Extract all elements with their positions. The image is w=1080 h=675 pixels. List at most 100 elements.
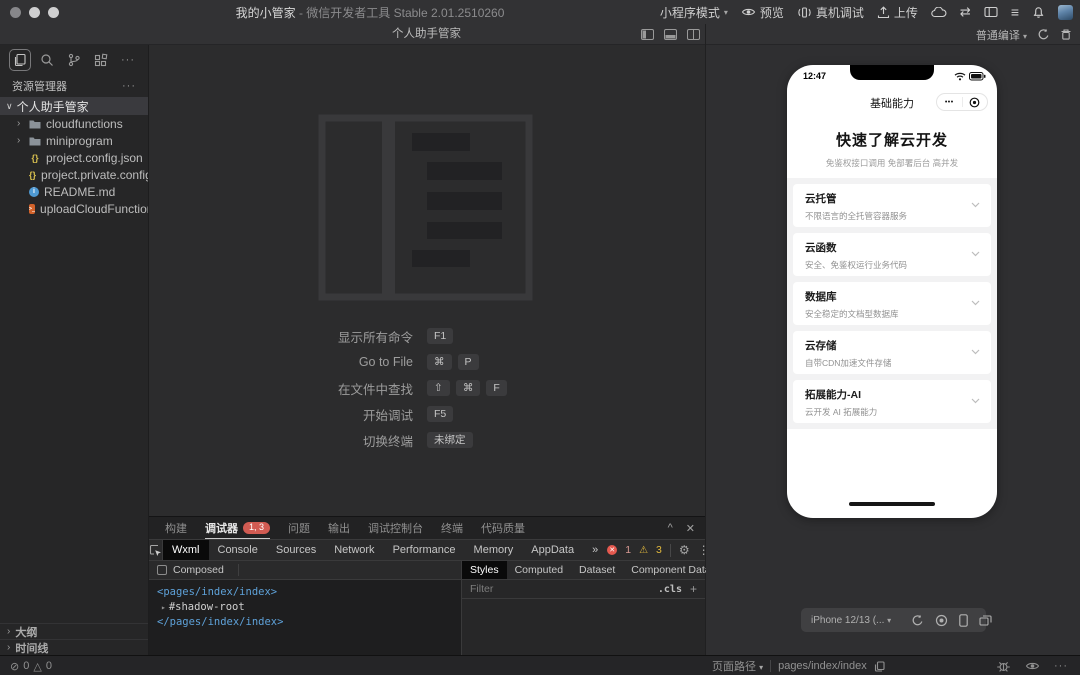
tree-item-readme[interactable]: i README.md (0, 183, 148, 200)
devtools-tab-memory[interactable]: Memory (465, 540, 523, 560)
notifications-button[interactable] (1032, 6, 1045, 19)
cloud-button[interactable] (931, 6, 947, 18)
panel-maximize-icon[interactable]: ^ (668, 522, 673, 534)
card-cloud-function[interactable]: 云函数 安全、免鉴权运行业务代码 (793, 233, 991, 276)
project-tab-title: 个人助手管家 (392, 28, 461, 40)
tree-item-miniprogram[interactable]: › miniprogram (0, 132, 148, 149)
toggle-sidebar-icon[interactable] (641, 29, 654, 40)
tree-item-project-private-config[interactable]: {} project.private.config... (0, 166, 148, 183)
info-icon: i (29, 186, 39, 197)
device-selector-dropdown[interactable]: iPhone 12/13 (... ▾ (811, 615, 891, 626)
device-frame-icon[interactable] (959, 613, 968, 627)
compile-mode-dropdown[interactable]: 普通编译 ▾ (976, 27, 1027, 43)
sync-button[interactable]: ⇄ (960, 4, 971, 20)
dom-close-tag[interactable]: </pages/index/index> (157, 615, 461, 630)
toggle-class-button[interactable]: .cls (658, 584, 682, 595)
devtools-tab-sources[interactable]: Sources (267, 540, 325, 560)
devtools-tab-network[interactable]: Network (325, 540, 383, 560)
explorer-view-button[interactable] (9, 49, 31, 71)
close-window-button[interactable] (10, 6, 21, 18)
tree-arrow-icon: ▸ (161, 603, 166, 612)
device-toolbar: iPhone 12/13 (... ▾ (801, 608, 992, 632)
toggle-panel-icon[interactable] (664, 29, 677, 40)
warning-badge-icon[interactable]: ⚠ (639, 545, 648, 556)
search-view-button[interactable] (36, 49, 58, 71)
mode-selector-dropdown[interactable]: 小程序模式 ▾ (660, 4, 728, 21)
zoom-window-button[interactable] (48, 6, 59, 18)
json-icon: {} (31, 152, 39, 163)
explorer-more-icon[interactable]: ··· (122, 80, 136, 92)
card-database[interactable]: 数据库 安全稳定的文档型数据库 (793, 282, 991, 325)
card-cloud-hosting[interactable]: 云托管 不限语言的全托管容器服务 (793, 184, 991, 227)
wxml-dom-tree[interactable]: <pages/index/index> ▸ #shadow-root </page… (149, 580, 461, 656)
dom-open-tag[interactable]: <pages/index/index> (157, 585, 461, 600)
menu-button[interactable]: ≡ (1011, 4, 1019, 20)
capsule-button: ••• (936, 93, 988, 111)
timeline-section[interactable]: › 时间线 (0, 639, 148, 655)
debugger-badge: 1, 3 (243, 521, 271, 534)
devtools-settings-gear-icon[interactable]: ⚙ (679, 543, 690, 557)
chevron-right-icon: › (7, 626, 11, 637)
tab-problems[interactable]: 问题 (288, 517, 310, 539)
devtools-toolbar: Wxml Console Sources Network Performance… (149, 539, 731, 561)
tab-code-quality[interactable]: 代码质量 (481, 517, 525, 539)
styles-tab-dataset[interactable]: Dataset (571, 561, 623, 579)
tree-item-project-config[interactable]: {} project.config.json (0, 149, 148, 166)
no-errors-icon[interactable]: ⊘ (10, 660, 19, 673)
devtools-tabs-overflow[interactable]: » (583, 540, 607, 560)
multi-window-icon[interactable] (979, 614, 992, 626)
dom-shadow-root[interactable]: ▸ #shadow-root (157, 600, 461, 615)
styles-filter-input[interactable] (462, 583, 658, 595)
tab-terminal[interactable]: 终端 (441, 517, 463, 539)
more-actions-icon[interactable]: ··· (1054, 660, 1068, 672)
clear-cache-trash-icon[interactable] (1060, 28, 1072, 41)
panel-close-icon[interactable]: ✕ (686, 522, 695, 535)
styles-tab-styles[interactable]: Styles (462, 561, 507, 579)
styles-tab-component-data[interactable]: Component Data (623, 561, 718, 579)
tree-item-upload-cloud-function[interactable]: >_ uploadCloudFunction... (0, 200, 148, 217)
rotate-device-icon[interactable] (911, 614, 924, 627)
toggle-split-icon[interactable] (687, 29, 700, 40)
composed-checkbox[interactable] (157, 565, 167, 575)
card-extension-ai[interactable]: 拓展能力-AI 云开发 AI 拓展能力 (793, 380, 991, 423)
more-views-button[interactable]: ··· (117, 49, 139, 71)
devtools-tab-wxml[interactable]: Wxml (163, 540, 209, 560)
tab-debugger[interactable]: 调试器 1, 3 (205, 517, 271, 539)
source-control-view-button[interactable] (63, 49, 85, 71)
extensions-view-button[interactable] (90, 49, 112, 71)
tab-debug-console[interactable]: 调试控制台 (368, 517, 423, 539)
new-style-rule-button[interactable]: + (682, 582, 705, 596)
tab-output[interactable]: 输出 (328, 517, 350, 539)
compile-refresh-icon[interactable] (1037, 28, 1050, 41)
warning-triangle-icon[interactable]: △ (33, 660, 41, 673)
eye-icon[interactable] (1025, 660, 1040, 672)
record-icon[interactable] (935, 614, 948, 627)
capsule-close-button[interactable] (963, 97, 988, 108)
chevron-down-icon (971, 349, 980, 355)
wxml-tree-pane: Composed <pages/index/index> ▸ #shadow-ro… (149, 561, 461, 656)
styles-tab-computed[interactable]: Computed (507, 561, 571, 579)
preview-button[interactable]: 预览 (741, 4, 784, 21)
devtools-tab-performance[interactable]: Performance (384, 540, 465, 560)
user-avatar[interactable] (1058, 4, 1073, 20)
inspect-element-button[interactable] (149, 540, 163, 560)
devtools-tab-console[interactable]: Console (209, 540, 267, 560)
capsule-more-button[interactable]: ••• (937, 99, 962, 106)
copy-path-icon[interactable] (874, 660, 885, 672)
phone-simulator[interactable]: 12:47 基础能力 ••• 快速了解云开发 免鉴权接口调用 免部署后台 高并发… (787, 65, 997, 518)
tree-root-project[interactable]: ∨ 个人助手管家 (0, 97, 148, 115)
outline-section[interactable]: › 大纲 (0, 623, 148, 639)
chevron-down-icon: ▾ (723, 7, 728, 17)
tab-build[interactable]: 构建 (165, 517, 187, 539)
page-path-dropdown[interactable]: 页面路径 ▾ (712, 658, 763, 674)
home-indicator (849, 502, 935, 506)
panel-layout-button[interactable] (984, 6, 998, 18)
error-badge-icon[interactable]: ✕ (607, 545, 618, 555)
tree-item-cloudfunctions[interactable]: › cloudfunctions (0, 115, 148, 132)
minimize-window-button[interactable] (29, 6, 40, 18)
bug-debug-icon[interactable] (996, 660, 1011, 673)
remote-debug-button[interactable]: 真机调试 (797, 4, 864, 21)
devtools-tab-appdata[interactable]: AppData (522, 540, 583, 560)
upload-button[interactable]: 上传 (877, 4, 918, 21)
card-cloud-storage[interactable]: 云存储 自带CDN加速文件存储 (793, 331, 991, 374)
